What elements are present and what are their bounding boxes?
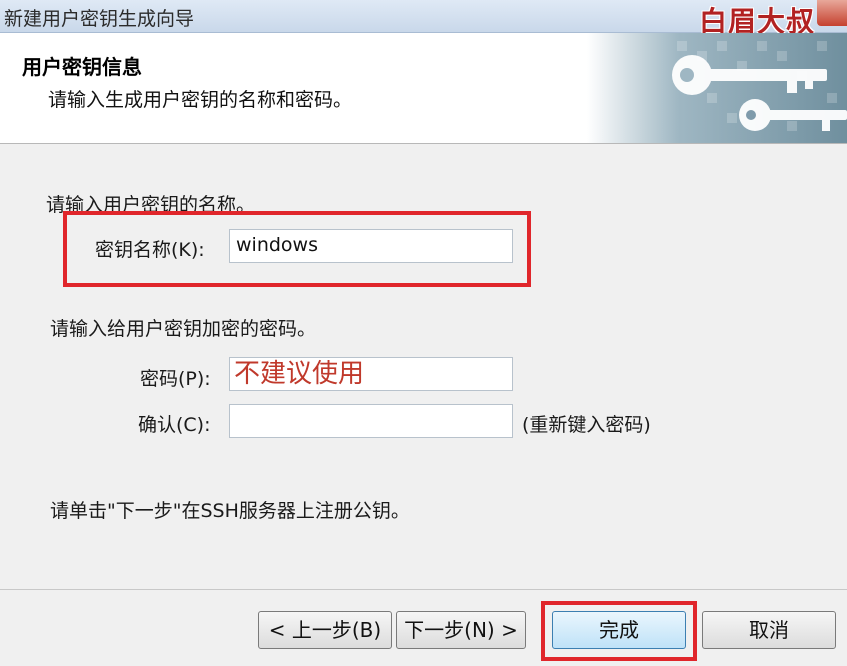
back-button[interactable]: < 上一步(B)	[258, 611, 392, 649]
cancel-button[interactable]: 取消	[702, 611, 836, 649]
header-title: 用户密钥信息	[22, 55, 142, 79]
title-bar: 新建用户密钥生成向导 白眉大叔	[0, 0, 847, 38]
keys-icon	[587, 33, 847, 143]
header-subtitle: 请输入生成用户密钥的名称和密码。	[48, 89, 353, 111]
register-note: 请单击"下一步"在SSH服务器上注册公钥。	[50, 500, 410, 522]
next-button[interactable]: 下一步(N) >	[396, 611, 526, 649]
close-button[interactable]	[817, 0, 847, 26]
confirm-label: 确认(C):	[138, 414, 211, 436]
confirm-password-input[interactable]	[229, 404, 513, 438]
wizard-header: 用户密钥信息 请输入生成用户密钥的名称和密码。	[0, 33, 847, 144]
password-input[interactable]: 不建议使用	[229, 357, 513, 391]
finish-button[interactable]: 完成	[552, 611, 686, 649]
password-label: 密码(P):	[140, 368, 211, 390]
window-title: 新建用户密钥生成向导	[4, 8, 195, 30]
password-prompt: 请输入给用户密钥加密的密码。	[50, 318, 317, 340]
footer-divider	[0, 589, 847, 590]
key-name-label: 密钥名称(K):	[95, 239, 205, 261]
confirm-hint: (重新键入密码)	[522, 414, 651, 436]
key-name-input[interactable]: windows	[229, 229, 513, 263]
